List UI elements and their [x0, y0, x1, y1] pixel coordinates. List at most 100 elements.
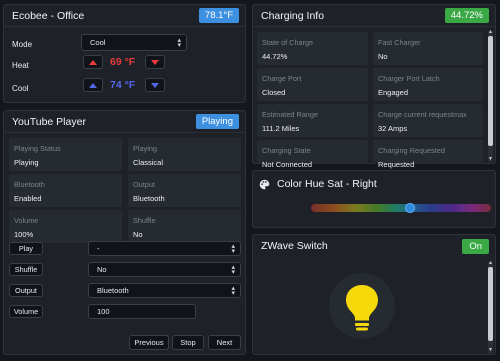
- output-button[interactable]: Output: [9, 284, 43, 297]
- tile-label: Playing Status: [14, 144, 61, 153]
- mode-select[interactable]: Cool ▴ ▾: [81, 34, 187, 51]
- scroll-down-icon[interactable]: ▼: [488, 348, 493, 353]
- up-arrow-icon: [89, 59, 97, 65]
- scroll-up-icon[interactable]: ▲: [488, 30, 493, 35]
- tile-label: Charge current requestmax: [378, 110, 467, 119]
- select-chevrons-icon: ▴ ▾: [177, 36, 181, 49]
- heat-down-button[interactable]: [145, 55, 165, 69]
- play-button[interactable]: Play: [9, 242, 43, 255]
- shuffle-button[interactable]: Shuffle: [9, 263, 43, 276]
- mode-label: Mode: [12, 40, 33, 49]
- play-select-value: -: [97, 244, 100, 253]
- youtube-header: YouTube Player Playing: [4, 111, 245, 133]
- charge-tile-state-of-charge: State of Charge 44.72%: [257, 32, 368, 65]
- select-chevrons-icon: ▴ ▾: [231, 263, 235, 276]
- youtube-card: YouTube Player Playing Playing Status Pl…: [3, 110, 246, 355]
- tile-label: Estimated Range: [262, 110, 318, 119]
- charge-tile-port-latch: Charger Port Latch Engaged: [373, 68, 483, 101]
- youtube-status-badge: Playing: [195, 114, 239, 129]
- down-arrow-icon: [151, 82, 159, 88]
- color-hue-header: Color Hue Sat - Right: [259, 178, 377, 190]
- heat-up-button[interactable]: [83, 55, 103, 69]
- mode-select-value: Cool: [90, 38, 106, 47]
- cool-up-button[interactable]: [83, 78, 103, 92]
- output-select-value: Bluetooth: [97, 286, 129, 295]
- tile-value: 111.2 Miles: [262, 124, 300, 133]
- lightbulb-button[interactable]: [329, 273, 395, 339]
- youtube-title: YouTube Player: [12, 115, 86, 128]
- scroll-thumb[interactable]: [488, 267, 493, 341]
- tile-value: Enabled: [14, 194, 42, 203]
- tile-value: Playing: [14, 158, 39, 167]
- tile-value: Engaged: [378, 88, 409, 97]
- ecobee-card: Ecobee - Office 78.1°F Mode Cool ▴ ▾ Heat…: [3, 4, 246, 103]
- tile-value: 100%: [14, 230, 34, 239]
- tile-value: Classical: [133, 158, 164, 167]
- tile-value: 32 Amps: [378, 124, 408, 133]
- tile-value: No: [378, 52, 388, 61]
- tile-value: Not Connected: [262, 160, 313, 169]
- yt-tile-playing: Playing Classical: [128, 138, 241, 171]
- shuffle-select[interactable]: No ▴ ▾: [88, 262, 241, 277]
- charge-tile-charge-port: Charge Port Closed: [257, 68, 368, 101]
- heat-setpoint: 69 °F: [110, 56, 136, 68]
- zwave-card: ZWave Switch On ▲ ▼: [252, 234, 496, 355]
- charging-scrollbar[interactable]: ▲ ▼: [488, 30, 493, 162]
- tile-label: State of Charge: [262, 38, 314, 47]
- yt-tile-bluetooth: Bluetooth Enabled: [9, 174, 122, 207]
- zwave-header: ZWave Switch On: [253, 235, 495, 257]
- volume-button[interactable]: Volume: [9, 305, 43, 318]
- previous-button[interactable]: Previous: [129, 335, 169, 350]
- play-select[interactable]: - ▴ ▾: [88, 241, 241, 256]
- tile-label: Playing: [133, 144, 157, 153]
- scroll-up-icon[interactable]: ▲: [488, 261, 493, 266]
- tile-value: Bluetooth: [133, 194, 165, 203]
- next-button[interactable]: Next: [208, 335, 241, 350]
- zwave-on-badge[interactable]: On: [462, 238, 489, 254]
- yt-tile-output: Output Bluetooth: [128, 174, 241, 207]
- tile-value: Requested: [378, 160, 415, 169]
- tile-value: 44.72%: [262, 52, 288, 61]
- hue-slider-track[interactable]: [311, 204, 491, 212]
- tile-label: Output: [133, 180, 155, 189]
- scroll-down-icon[interactable]: ▼: [488, 157, 493, 162]
- output-select[interactable]: Bluetooth ▴ ▾: [88, 283, 241, 298]
- lightbulb-icon: [346, 285, 378, 331]
- yt-tile-shuffle: Shuffle No: [128, 210, 241, 243]
- scroll-thumb[interactable]: [488, 36, 493, 146]
- tile-label: Charge Port: [262, 74, 302, 83]
- tile-label: Charging State: [262, 146, 311, 155]
- charge-tile-current-request: Charge current requestmax 32 Amps: [373, 104, 483, 137]
- cool-down-button[interactable]: [145, 78, 165, 92]
- charge-tile-charging-state: Charging State Not Connected: [257, 140, 368, 169]
- tile-value: No: [133, 230, 143, 239]
- charging-badge: 44.72%: [444, 8, 489, 23]
- charging-header: Charging Info 44.72%: [253, 5, 495, 27]
- cool-setpoint: 74 °F: [110, 79, 136, 91]
- volume-input[interactable]: 100: [88, 304, 196, 319]
- down-arrow-icon: [151, 59, 159, 65]
- charge-tile-estimated-range: Estimated Range 111.2 Miles: [257, 104, 368, 137]
- hue-slider-knob[interactable]: [405, 203, 415, 213]
- charge-tile-charging-requested: Charging Requested Requested: [373, 140, 483, 169]
- yt-tile-playing-status: Playing Status Playing: [9, 138, 122, 171]
- tile-label: Bluetooth: [14, 180, 45, 189]
- cool-label: Cool: [12, 84, 29, 93]
- color-hue-card: Color Hue Sat - Right: [252, 170, 496, 228]
- charging-card: Charging Info 44.72% State of Charge 44.…: [252, 4, 496, 169]
- yt-tile-volume: Volume 100%: [9, 210, 122, 243]
- stop-button[interactable]: Stop: [172, 335, 204, 350]
- shuffle-select-value: No: [97, 265, 107, 274]
- ecobee-header: Ecobee - Office 78.1°F: [4, 5, 245, 27]
- tile-label: Fast Charger: [378, 38, 421, 47]
- tile-label: Volume: [14, 216, 39, 225]
- palette-icon: [259, 179, 270, 189]
- tile-label: Shuffle: [133, 216, 156, 225]
- select-chevrons-icon: ▴ ▾: [231, 284, 235, 297]
- color-hue-title: Color Hue Sat - Right: [277, 178, 377, 190]
- volume-input-value: 100: [97, 307, 110, 316]
- ecobee-temp-badge: 78.1°F: [198, 8, 239, 23]
- zwave-scrollbar[interactable]: ▲ ▼: [488, 261, 493, 353]
- tile-value: Closed: [262, 88, 286, 97]
- heat-label: Heat: [12, 61, 29, 70]
